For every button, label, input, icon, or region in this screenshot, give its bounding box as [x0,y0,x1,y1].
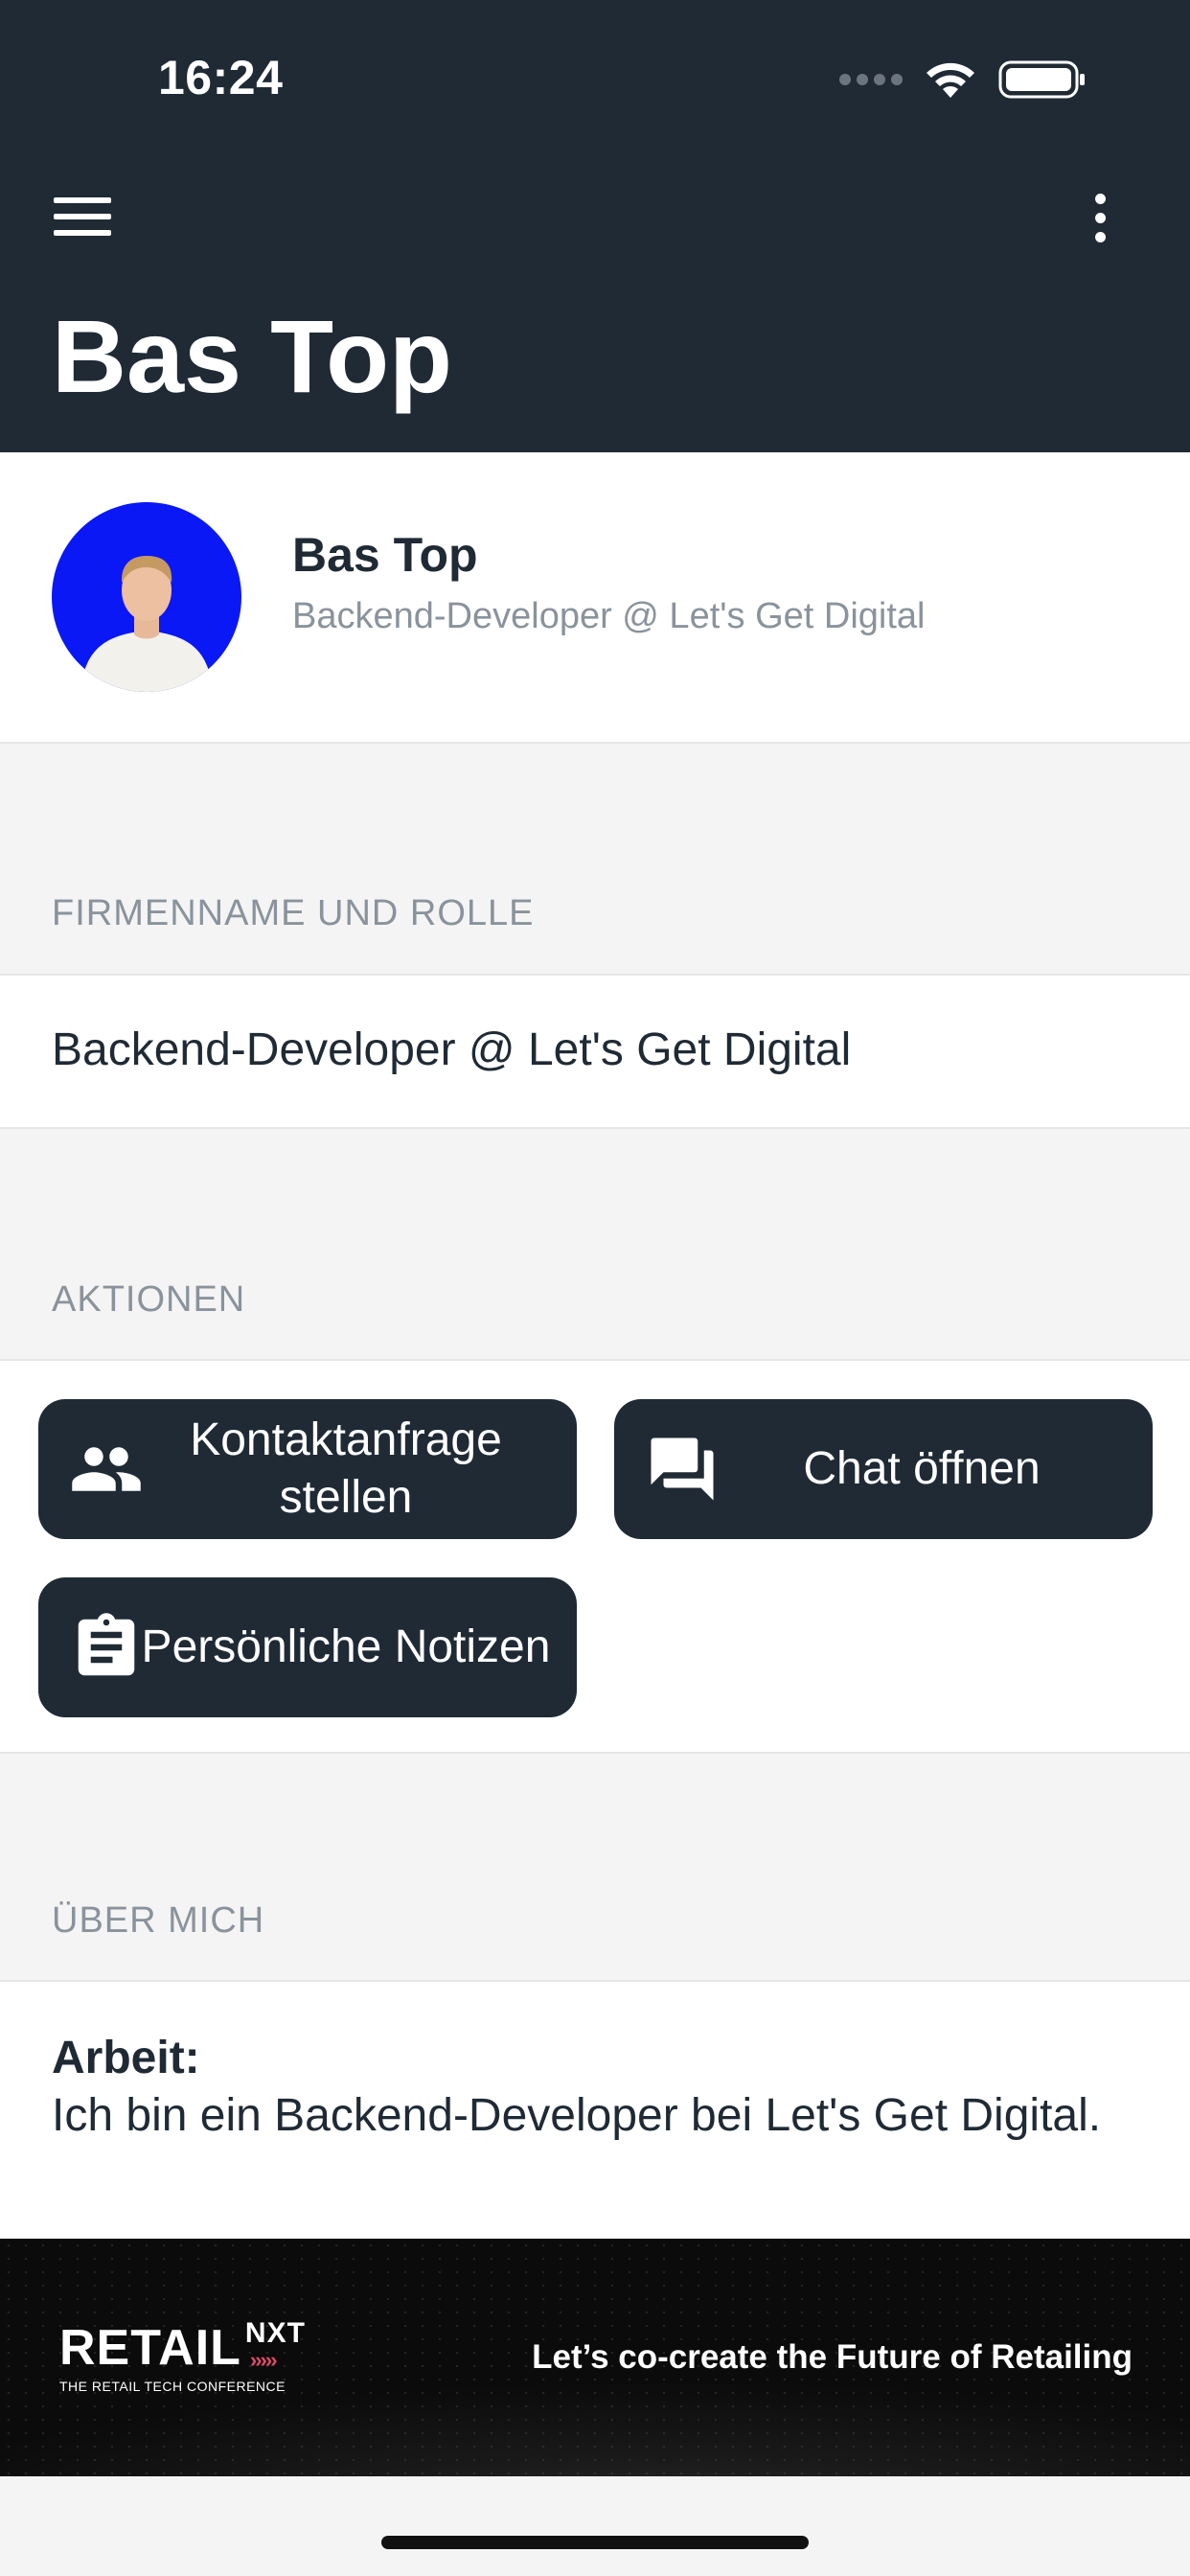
home-indicator[interactable] [381,2536,809,2549]
company-role-text: Backend-Developer @ Let's Get Digital [52,1024,852,1075]
logo-subtitle: THE RETAIL TECH CONFERENCE [59,2379,286,2394]
open-chat-button[interactable]: Chat öffnen [614,1399,1153,1539]
section-header-actions: AKTIONEN [52,1279,246,1320]
about-container: Arbeit: Ich bin ein Backend-Developer be… [0,1980,1190,2241]
conference-banner[interactable]: RETAIL NXT ››››› THE RETAIL TECH CONFERE… [0,2239,1190,2476]
logo-main-text: RETAIL [59,2320,241,2376]
banner-tagline: Let’s co-create the Future of Retailing [532,2338,1133,2376]
people-icon [72,1447,141,1491]
battery-icon [998,60,1085,99]
cellular-signal-icon [839,74,903,85]
section-header-company: FIRMENNAME UND ROLLE [52,893,535,933]
status-icons [839,59,1087,100]
more-options-icon[interactable] [1088,194,1111,243]
logo-chevrons: ››››› [249,2348,278,2372]
logo-suffix-text: NXT [244,2317,306,2349]
page-title: Bas Top [52,298,453,414]
wifi-icon [927,62,974,98]
hamburger-menu-icon[interactable] [54,197,111,240]
person-photo [80,556,213,692]
retailnxt-logo: RETAIL NXT ››››› THE RETAIL TECH CONFERE… [59,2317,305,2394]
profile-card: Bas Top Backend-Developer @ Let's Get Di… [0,452,1190,744]
avatar [52,502,241,692]
app-header: 16:24 Bas Top [0,0,1190,452]
about-text: Ich bin ein Backend-Developer bei Let's … [52,2090,1102,2141]
contact-request-button[interactable]: Kontaktanfrage stellen [38,1399,577,1539]
profile-name: Bas Top [292,528,478,582]
profile-subtitle: Backend-Developer @ Let's Get Digital [292,596,926,636]
actions-container: Kontaktanfrage stellen Chat öffnen Persö… [0,1359,1190,1754]
chat-icon [651,1438,714,1501]
about-title: Arbeit: [52,2033,200,2083]
personal-notes-button[interactable]: Persönliche Notizen [38,1577,577,1717]
status-time: 16:24 [158,51,284,104]
section-header-about: ÜBER MICH [52,1900,265,1941]
company-row: Backend-Developer @ Let's Get Digital [0,974,1190,1129]
clipboard-icon [78,1613,135,1676]
